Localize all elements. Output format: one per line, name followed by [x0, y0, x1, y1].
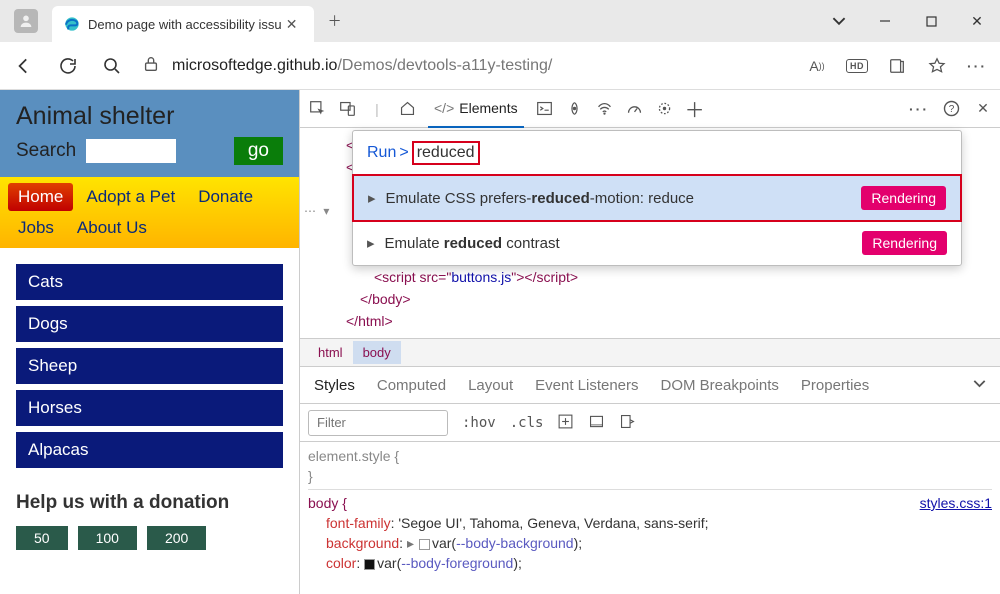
donate-200[interactable]: 200 — [147, 526, 206, 550]
crumb-html[interactable]: html — [308, 341, 353, 364]
main-nav: Home Adopt a Pet Donate Jobs About Us — [0, 177, 299, 248]
search-button[interactable] — [98, 52, 126, 80]
rendering-badge: Rendering — [861, 186, 946, 210]
donation-section: Help us with a donation 50 100 200 — [0, 484, 299, 558]
page-header: Animal shelter Search go — [0, 90, 299, 177]
window-titlebar: Demo page with accessibility issu ✕ ＋ ✕ — [0, 0, 1000, 42]
sources-icon[interactable] — [566, 100, 584, 118]
search-input[interactable] — [86, 139, 176, 163]
rule-selector: element.style { — [308, 446, 992, 466]
maximize-button[interactable] — [908, 4, 954, 38]
plus-icon[interactable]: ＋ — [686, 100, 704, 118]
command-item-reduced-contrast[interactable]: ▸ Emulate reduced contrast Rendering — [353, 221, 961, 265]
dom-node: </html> — [346, 313, 393, 329]
donation-title: Help us with a donation — [16, 492, 283, 514]
close-window-button[interactable]: ✕ — [954, 4, 1000, 38]
flex-editor-icon[interactable] — [588, 413, 605, 433]
nav-about[interactable]: About Us — [67, 214, 157, 242]
more-icon[interactable]: ··· — [910, 100, 928, 118]
new-rule-button[interactable] — [557, 413, 574, 433]
window-controls: ✕ — [816, 4, 1000, 38]
devtools-tabbar: | </>Elements ＋ ··· ? ✕ — [300, 90, 1000, 128]
tab-properties[interactable]: Properties — [801, 377, 869, 394]
inspect-icon[interactable] — [308, 100, 326, 118]
computed-toggle-icon[interactable] — [619, 413, 636, 433]
devtools-panel: | </>Elements ＋ ··· ? ✕ <!DOC <htm ▸ ⋯ ▾… — [300, 90, 1000, 594]
go-button[interactable]: go — [234, 137, 283, 165]
command-query: reduced — [412, 141, 480, 165]
tab-layout[interactable]: Layout — [468, 377, 513, 394]
address-bar[interactable]: microsoftedge.github.io/Demos/devtools-a… — [142, 49, 788, 83]
nav-donate[interactable]: Donate — [188, 183, 263, 211]
category-list: Cats Dogs Sheep Horses Alpacas — [0, 248, 299, 484]
close-devtools-button[interactable]: ✕ — [974, 100, 992, 118]
back-button[interactable] — [10, 52, 38, 80]
tab-title: Demo page with accessibility issu — [88, 17, 282, 32]
source-link[interactable]: styles.css:1 — [920, 493, 992, 513]
cat-item[interactable]: Dogs — [16, 306, 283, 342]
nav-adopt[interactable]: Adopt a Pet — [76, 183, 185, 211]
page-title: Animal shelter — [16, 102, 283, 131]
tab-eventlisteners[interactable]: Event Listeners — [535, 377, 638, 394]
donate-50[interactable]: 50 — [16, 526, 68, 550]
crumb-body[interactable]: body — [353, 341, 401, 364]
hd-icon[interactable]: HD — [844, 53, 870, 79]
minimize-button[interactable] — [862, 4, 908, 38]
refresh-button[interactable] — [54, 52, 82, 80]
lock-icon — [142, 55, 160, 76]
tab-dombreakpoints[interactable]: DOM Breakpoints — [661, 377, 779, 394]
cat-item[interactable]: Sheep — [16, 348, 283, 384]
hov-toggle[interactable]: :hov — [462, 415, 496, 431]
dom-node: </body> — [360, 291, 411, 307]
styles-rules[interactable]: element.style { } styles.css:1 body { fo… — [300, 442, 1000, 577]
demo-page: Animal shelter Search go Home Adopt a Pe… — [0, 90, 300, 594]
read-aloud-icon[interactable]: A)) — [804, 53, 830, 79]
command-menu: Run > reduced ▸ Emulate CSS prefers-redu… — [352, 130, 962, 266]
tab-elements[interactable]: </>Elements — [428, 90, 524, 128]
divider: | — [368, 100, 386, 118]
device-icon[interactable] — [338, 100, 356, 118]
welcome-icon[interactable] — [398, 100, 416, 118]
network-icon[interactable] — [596, 100, 614, 118]
rendering-badge: Rendering — [862, 231, 947, 255]
nav-home[interactable]: Home — [8, 183, 73, 211]
favorite-icon[interactable] — [924, 53, 950, 79]
svg-text:?: ? — [948, 104, 954, 115]
nav-jobs[interactable]: Jobs — [8, 214, 64, 242]
collections-icon[interactable] — [884, 53, 910, 79]
performance-icon[interactable] — [626, 100, 644, 118]
memory-icon[interactable] — [656, 100, 674, 118]
cat-item[interactable]: Cats — [16, 264, 283, 300]
chevron-down-icon[interactable] — [816, 4, 862, 38]
profile-avatar[interactable] — [14, 9, 38, 33]
command-item-reduced-motion[interactable]: ▸ Emulate CSS prefers-reduced-motion: re… — [352, 174, 962, 222]
rule-close: } — [308, 466, 992, 486]
cls-toggle[interactable]: .cls — [510, 415, 544, 431]
chevron-down-icon[interactable] — [973, 377, 986, 394]
browser-toolbar: microsoftedge.github.io/Demos/devtools-a… — [0, 42, 1000, 90]
tab-computed[interactable]: Computed — [377, 377, 446, 394]
rule-selector: body { — [308, 495, 347, 511]
cat-item[interactable]: Alpacas — [16, 432, 283, 468]
url-text: microsoftedge.github.io/Demos/devtools-a… — [172, 57, 552, 75]
styles-filter[interactable] — [308, 410, 448, 436]
run-label: Run — [367, 144, 396, 162]
styles-toolbar: :hov .cls — [300, 404, 1000, 442]
menu-button[interactable]: ··· — [964, 53, 990, 79]
edge-favicon-icon — [64, 16, 80, 32]
search-label: Search — [16, 140, 76, 162]
dom-breadcrumb: html body — [300, 338, 1000, 366]
tab-close-button[interactable]: ✕ — [282, 14, 302, 34]
donate-100[interactable]: 100 — [78, 526, 137, 550]
new-tab-button[interactable]: ＋ — [320, 6, 350, 36]
command-input-row[interactable]: Run > reduced — [353, 131, 961, 175]
tab-styles[interactable]: Styles — [314, 377, 355, 394]
prompt-icon: > — [399, 144, 408, 162]
console-icon[interactable] — [536, 100, 554, 118]
cat-item[interactable]: Horses — [16, 390, 283, 426]
styles-tabbar: Styles Computed Layout Event Listeners D… — [300, 366, 1000, 404]
browser-tab[interactable]: Demo page with accessibility issu ✕ — [52, 6, 314, 42]
help-icon[interactable]: ? — [942, 100, 960, 118]
dom-node: <script src=" — [374, 269, 451, 285]
